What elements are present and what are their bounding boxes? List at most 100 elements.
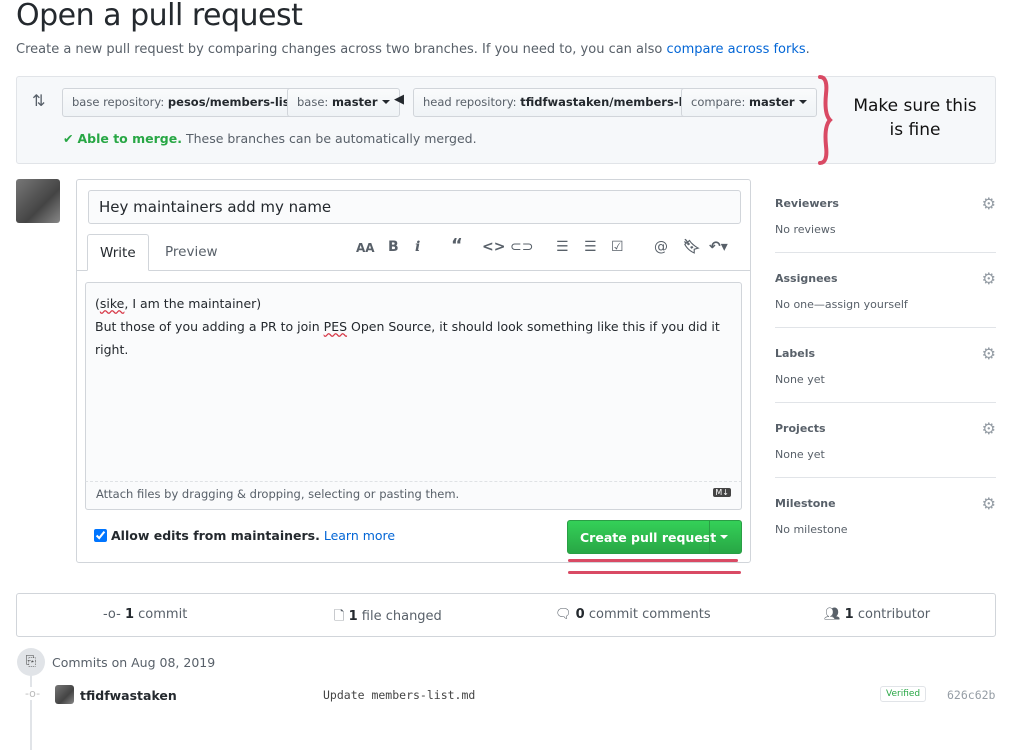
commit-icon: -o- xyxy=(103,607,121,622)
italic-icon[interactable]: i xyxy=(415,239,420,255)
sidebar-value: No milestone xyxy=(775,523,848,536)
sidebar-label: Assignees xyxy=(775,272,838,285)
files-changed-stat[interactable]: 🗋︎ 1 file changed xyxy=(334,607,442,629)
sidebar-value: None yet xyxy=(775,448,825,461)
quote-icon[interactable]: “ xyxy=(451,235,463,256)
comment-icon: 🗨︎ xyxy=(555,607,572,622)
allow-edits-checkbox[interactable] xyxy=(94,529,107,542)
check-icon: ✔ xyxy=(63,131,74,146)
caret-down-icon xyxy=(798,100,807,104)
allow-edits: Allow edits from maintainers. Learn more xyxy=(94,528,395,543)
commits-date: Commits on Aug 08, 2019 xyxy=(52,655,216,670)
annotation-text: Make sure this is fine xyxy=(845,94,985,142)
sidebar-reviewers: Reviewers No reviews ⚙ xyxy=(775,178,996,253)
timeline-line xyxy=(30,670,32,750)
commits-stat[interactable]: -o- 1 commit xyxy=(103,607,187,622)
n: 1 xyxy=(844,607,854,622)
commit-comments-stat[interactable]: 🗨︎ 0 commit comments xyxy=(555,607,711,622)
bulleted-list-icon[interactable]: ☰ xyxy=(556,239,569,255)
caret-down-icon[interactable] xyxy=(720,535,728,539)
mention-icon[interactable]: @ xyxy=(654,239,668,255)
t: file changed xyxy=(361,609,442,624)
value: tfidfwastaken/members-list xyxy=(520,95,699,109)
gear-icon[interactable]: ⚙ xyxy=(982,269,996,288)
gear-icon[interactable]: ⚙ xyxy=(982,194,996,213)
sidebar-value[interactable]: No one—assign yourself xyxy=(775,298,908,311)
annotation-line: is fine xyxy=(889,120,941,140)
tab-preview[interactable]: Preview xyxy=(153,234,230,271)
link-icon[interactable]: ⊂⊃ xyxy=(510,239,533,255)
avatar[interactable] xyxy=(16,179,60,223)
gear-icon[interactable]: ⚙ xyxy=(982,419,996,438)
saved-reply-icon[interactable]: 🔖︎ xyxy=(683,239,701,255)
stats-bar: -o- 1 commit 🗋︎ 1 file changed 🗨︎ 0 comm… xyxy=(16,593,996,637)
create-label: Create pull request xyxy=(580,530,717,545)
compare-across-forks-link[interactable]: compare across forks xyxy=(667,42,806,57)
sidebar-label: Milestone xyxy=(775,497,836,510)
divider xyxy=(709,521,710,553)
base-repository-select[interactable]: base repository: pesos/members-list xyxy=(62,88,318,117)
title-input[interactable]: Hey maintainers add my name xyxy=(88,190,741,224)
header-icon[interactable]: AA xyxy=(356,241,375,255)
commit-sha[interactable]: 626c62b xyxy=(947,688,995,702)
t: contributor xyxy=(857,607,931,622)
t: sike xyxy=(99,296,125,311)
annotation-line: Make sure this xyxy=(853,96,977,116)
base-branch-select[interactable]: base: master xyxy=(287,88,400,117)
sidebar-labels: Labels None yet ⚙ xyxy=(775,328,996,403)
sidebar-value: None yet xyxy=(775,373,825,386)
tab-write[interactable]: Write xyxy=(87,234,149,271)
gear-icon[interactable]: ⚙ xyxy=(982,494,996,513)
file-diff-icon: 🗋︎ xyxy=(334,609,345,624)
t: But those of you adding a PR to join xyxy=(95,319,324,334)
create-pull-request-button[interactable]: Create pull request xyxy=(567,520,742,554)
annotation-underline xyxy=(568,571,741,574)
label: base: xyxy=(297,95,329,109)
merge-status: ✔ Able to merge. These branches can be a… xyxy=(63,131,477,146)
label: base repository: xyxy=(72,95,165,109)
label: head repository: xyxy=(423,95,517,109)
bold-icon[interactable]: B xyxy=(388,239,399,255)
commit-message[interactable]: Update members-list.md xyxy=(323,688,475,702)
sidebar-milestone: Milestone No milestone ⚙ xyxy=(775,478,996,553)
numbered-list-icon[interactable]: ☰ xyxy=(584,239,597,255)
attach-files-bar[interactable]: Attach files by dragging & dropping, sel… xyxy=(85,482,742,510)
commit-dot-icon: -o- xyxy=(25,687,41,700)
people-icon: 👥︎ xyxy=(824,607,841,622)
body-line: (sike, I am the maintainer) xyxy=(95,292,732,315)
t: PES xyxy=(323,319,348,334)
learn-more-link[interactable]: Learn more xyxy=(324,528,395,543)
value: pesos/members-list xyxy=(167,95,296,109)
t: commit xyxy=(138,607,188,622)
reply-icon[interactable]: ↶▾ xyxy=(709,239,728,255)
body-line: But those of you adding a PR to join PES… xyxy=(95,315,732,361)
n: 1 xyxy=(124,607,135,622)
head-repository-select[interactable]: head repository: tfidfwastaken/members-l… xyxy=(413,88,721,117)
merge-status-text: These branches can be automatically merg… xyxy=(185,131,477,146)
subtitle-end: . xyxy=(805,42,810,57)
sidebar-label: Projects xyxy=(775,422,826,435)
attach-text: Attach files by dragging & dropping, sel… xyxy=(96,487,460,501)
markdown-icon[interactable]: M↓ xyxy=(713,488,731,497)
commit-author[interactable]: tfidfwastaken xyxy=(80,688,177,703)
verified-badge[interactable]: Verified xyxy=(880,686,927,702)
commit-author-avatar[interactable] xyxy=(55,685,74,704)
sidebar-projects: Projects None yet ⚙ xyxy=(775,403,996,478)
contributors-stat[interactable]: 👥︎ 1 contributor xyxy=(824,607,930,622)
sidebar-label: Reviewers xyxy=(775,197,839,210)
n: 1 xyxy=(348,609,358,624)
caret-down-icon xyxy=(381,100,390,104)
task-list-icon[interactable]: ☑ xyxy=(611,239,624,255)
label: compare: xyxy=(691,95,746,109)
compare-branch-select[interactable]: compare: master xyxy=(681,88,817,117)
t: commit comments xyxy=(588,607,711,622)
value: master xyxy=(749,95,795,109)
gear-icon[interactable]: ⚙ xyxy=(982,344,996,363)
tab-divider xyxy=(77,270,750,271)
page-title: Open a pull request xyxy=(16,0,303,33)
code-icon[interactable]: <> xyxy=(482,239,505,255)
value: master xyxy=(331,95,378,109)
merge-status-label: Able to merge. xyxy=(77,131,182,146)
body-textarea[interactable]: (sike, I am the maintainer) But those of… xyxy=(85,282,742,482)
page-subtitle: Create a new pull request by comparing c… xyxy=(16,42,810,57)
